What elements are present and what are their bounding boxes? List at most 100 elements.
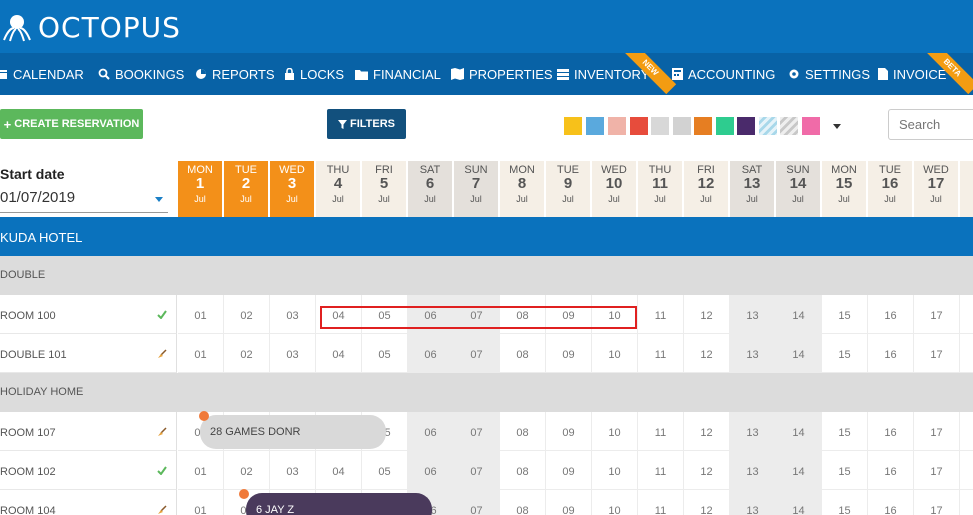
nav-properties[interactable]: PROPERTIES	[451, 53, 553, 95]
calendar-cell[interactable]: 02	[224, 451, 270, 490]
calendar-cell[interactable]: 13	[730, 334, 776, 373]
calendar-cell[interactable]: 03	[270, 334, 316, 373]
calendar-cell[interactable]	[960, 490, 973, 515]
day-header-cell[interactable]: THU 4 Jul	[316, 161, 361, 217]
day-header-cell[interactable]: TUE 9 Jul	[546, 161, 591, 217]
calendar-cell[interactable]: 08	[500, 412, 546, 451]
calendar-cell[interactable]: 14	[776, 334, 822, 373]
nav-locks[interactable]: LOCKS	[284, 53, 344, 95]
calendar-cell[interactable]: 05	[362, 334, 408, 373]
calendar-cell[interactable]: 12	[684, 451, 730, 490]
calendar-cell[interactable]: 07	[454, 451, 500, 490]
nav-financial[interactable]: FINANCIAL	[355, 53, 441, 95]
day-header-cell[interactable]: SUN 7 Jul	[454, 161, 499, 217]
day-header-cell[interactable]: SAT 6 Jul	[408, 161, 453, 217]
calendar-cell[interactable]: 16	[868, 334, 914, 373]
day-header-cell[interactable]: MON 15 Jul	[822, 161, 867, 217]
swatch-dropdown-icon[interactable]	[833, 124, 841, 129]
color-swatch[interactable]	[780, 117, 798, 135]
calendar-cell[interactable]: 15	[822, 295, 868, 334]
nav-settings[interactable]: SETTINGS	[788, 53, 870, 95]
calendar-cell[interactable]: 16	[868, 412, 914, 451]
start-date-field[interactable]: 01/07/2019	[0, 187, 168, 213]
calendar-cell[interactable]: 17	[914, 490, 960, 515]
color-swatch[interactable]	[759, 117, 777, 135]
calendar-cell[interactable]: 01	[178, 451, 224, 490]
calendar-cell[interactable]: 08	[500, 334, 546, 373]
nav-reports[interactable]: REPORTS	[195, 53, 275, 95]
calendar-cell[interactable]: 10	[592, 451, 638, 490]
calendar-cell[interactable]: 01	[178, 295, 224, 334]
calendar-cell[interactable]: 14	[776, 490, 822, 515]
day-header-cell[interactable]: MON 8 Jul	[500, 161, 545, 217]
calendar-cell[interactable]: 11	[638, 334, 684, 373]
calendar-cell[interactable]: 17	[914, 412, 960, 451]
calendar-cell[interactable]: 03	[270, 451, 316, 490]
chevron-down-icon[interactable]	[155, 197, 163, 202]
calendar-cell[interactable]: 14	[776, 295, 822, 334]
calendar-cell[interactable]: 10	[592, 334, 638, 373]
calendar-cell[interactable]: 12	[684, 490, 730, 515]
calendar-cell[interactable]	[960, 451, 973, 490]
calendar-cell[interactable]: 11	[638, 451, 684, 490]
color-swatch[interactable]	[630, 117, 648, 135]
calendar-cell[interactable]: 15	[822, 451, 868, 490]
color-swatch[interactable]	[651, 117, 669, 135]
calendar-cell[interactable]: 16	[868, 451, 914, 490]
color-swatch[interactable]	[586, 117, 604, 135]
calendar-cell[interactable]: 17	[914, 451, 960, 490]
reservation-bar[interactable]: 6 JAY Z	[246, 493, 432, 515]
calendar-cell[interactable]: 13	[730, 451, 776, 490]
calendar-cell[interactable]: 04	[316, 334, 362, 373]
calendar-cell[interactable]: 10	[592, 490, 638, 515]
color-swatch[interactable]	[802, 117, 820, 135]
day-header-cell[interactable]: MON 1 Jul	[178, 161, 223, 217]
check-icon[interactable]	[157, 466, 167, 478]
calendar-cell[interactable]: 12	[684, 334, 730, 373]
calendar-cell[interactable]: 13	[730, 490, 776, 515]
calendar-cell[interactable]: 16	[868, 295, 914, 334]
calendar-cell[interactable]: 05	[362, 451, 408, 490]
day-header-cell[interactable]: SAT 13 Jul	[730, 161, 775, 217]
broom-icon[interactable]	[157, 505, 167, 515]
calendar-cell[interactable]: 13	[730, 295, 776, 334]
calendar-cell[interactable]: 07	[454, 412, 500, 451]
calendar-cell[interactable]: 06	[408, 451, 454, 490]
calendar-cell[interactable]: 06	[408, 334, 454, 373]
room-row-label[interactable]: DOUBLE 101	[0, 334, 177, 373]
day-header-cell[interactable]: FRI 5 Jul	[362, 161, 407, 217]
calendar-cell[interactable]: 16	[868, 490, 914, 515]
day-header-cell[interactable]: WED 3 Jul	[270, 161, 315, 217]
calendar-cell[interactable]: 07	[454, 490, 500, 515]
filters-button[interactable]: FILTERS	[327, 109, 406, 139]
calendar-cell[interactable]: 15	[822, 490, 868, 515]
calendar-cell[interactable]: 08	[500, 490, 546, 515]
calendar-cell[interactable]: 04	[316, 451, 362, 490]
calendar-cell[interactable]	[960, 334, 973, 373]
broom-icon[interactable]	[157, 427, 167, 440]
calendar-cell[interactable]: 11	[638, 490, 684, 515]
create-reservation-button[interactable]: + CREATE RESERVATION	[0, 109, 143, 139]
calendar-cell[interactable]: 15	[822, 412, 868, 451]
calendar-cell[interactable]: 08	[500, 451, 546, 490]
color-swatch[interactable]	[608, 117, 626, 135]
calendar-cell[interactable]: 09	[546, 490, 592, 515]
color-swatch[interactable]	[673, 117, 691, 135]
day-header-cell[interactable]: SUN 14 Jul	[776, 161, 821, 217]
nav-accounting[interactable]: ACCOUNTING	[672, 53, 775, 95]
calendar-cell[interactable]: 11	[638, 412, 684, 451]
color-swatch[interactable]	[716, 117, 734, 135]
calendar-cell[interactable]: 02	[224, 295, 270, 334]
nav-bookings[interactable]: BOOKINGS	[98, 53, 184, 95]
calendar-cell[interactable]	[960, 295, 973, 334]
day-header-cell[interactable]: WED 17 Jul	[914, 161, 959, 217]
day-header-cell[interactable]: THU 11 Jul	[638, 161, 683, 217]
calendar-cell[interactable]: 12	[684, 295, 730, 334]
calendar-cell[interactable]: 15	[822, 334, 868, 373]
check-icon[interactable]	[157, 310, 167, 322]
calendar-cell[interactable]: 06	[408, 412, 454, 451]
calendar-cell[interactable]: 09	[546, 451, 592, 490]
calendar-cell[interactable]: 17	[914, 295, 960, 334]
calendar-cell[interactable]: 13	[730, 412, 776, 451]
nav-calendar[interactable]: CALENDAR	[0, 53, 84, 95]
